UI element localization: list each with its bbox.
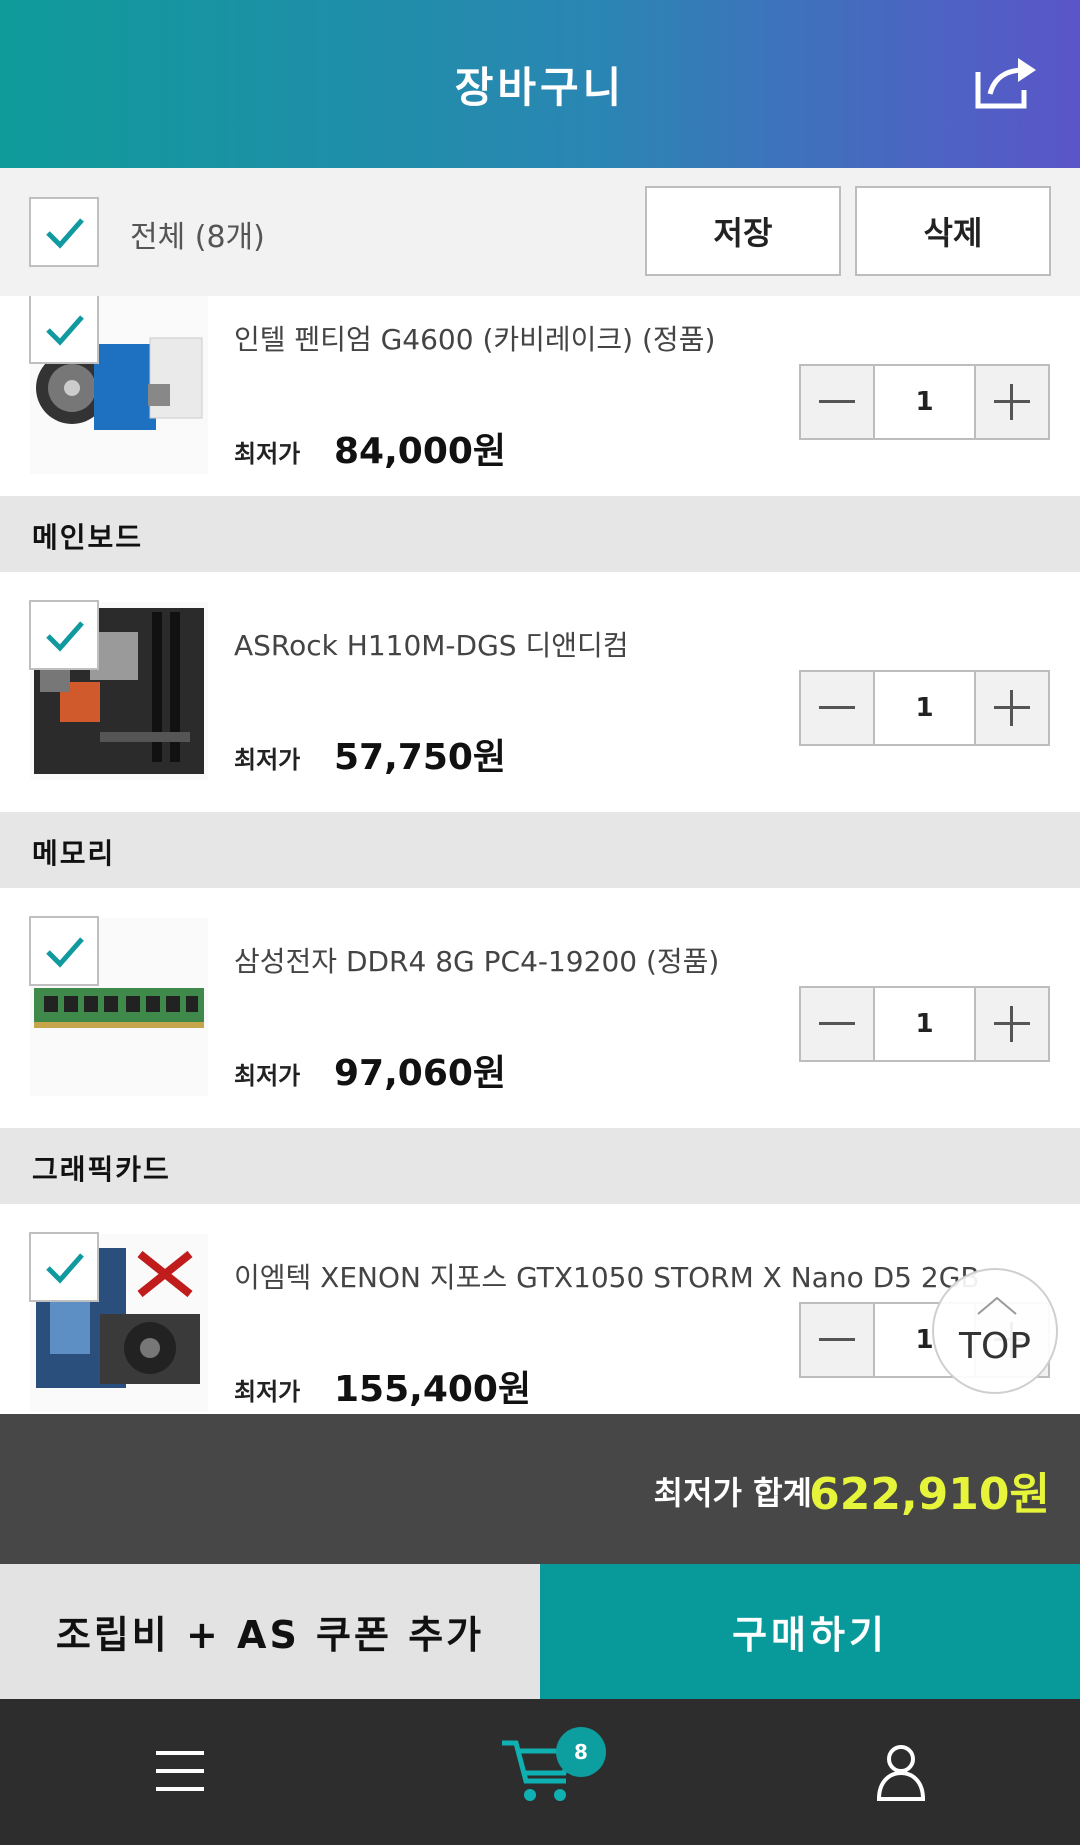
header: 장바구니 <box>0 0 1080 168</box>
list-item: 인텔 펜티엄 G4600 (카비레이크) (정품) 최저가 84,000원 1 <box>0 296 1080 506</box>
quantity-input[interactable]: 1 <box>873 366 976 438</box>
minus-icon <box>819 400 855 403</box>
action-buttons: 조립비 + AS 쿠폰 추가 구매하기 <box>0 1564 1080 1699</box>
check-icon <box>46 218 84 249</box>
select-all-label: 전체 (8개) <box>130 220 265 255</box>
cart-list[interactable]: 인텔 펜티엄 G4600 (카비레이크) (정품) 최저가 84,000원 1 … <box>0 296 1080 1414</box>
price: 84,000원 <box>334 431 507 472</box>
category-header: 메인보드 <box>0 496 1080 572</box>
total-value: 622,910원 <box>809 1469 1050 1520</box>
bottom-nav: 8 <box>0 1699 1080 1845</box>
list-item: 이엠텍 XENON 지포스 GTX1050 STORM X Nano D5 2G… <box>0 1204 1080 1414</box>
select-all-checkbox[interactable] <box>29 197 99 267</box>
item-checkbox[interactable] <box>29 296 99 364</box>
list-item: 삼성전자 DDR4 8G PC4-19200 (정품) 최저가 97,060원 … <box>0 888 1080 1128</box>
quantity-input[interactable]: 1 <box>873 988 976 1060</box>
product-name[interactable]: 인텔 펜티엄 G4600 (카비레이크) (정품) <box>234 318 715 358</box>
share-icon[interactable] <box>972 52 1042 112</box>
page-title: 장바구니 <box>454 62 626 112</box>
buy-button[interactable]: 구매하기 <box>540 1564 1080 1699</box>
save-button[interactable]: 저장 <box>645 186 841 276</box>
price: 97,060원 <box>334 1053 507 1094</box>
price-label: 최저가 <box>234 1062 301 1090</box>
plus-icon <box>994 1006 1030 1042</box>
price-label: 최저가 <box>234 746 301 774</box>
category-header: 그래픽카드 <box>0 1128 1080 1204</box>
add-coupon-button[interactable]: 조립비 + AS 쿠폰 추가 <box>0 1564 540 1699</box>
check-icon <box>46 315 84 346</box>
price: 57,750원 <box>334 737 507 778</box>
check-icon <box>46 937 84 968</box>
chevron-up-icon <box>977 1296 1017 1315</box>
item-checkbox[interactable] <box>29 1232 99 1302</box>
quantity-stepper: 1 <box>799 986 1050 1062</box>
total-label: 최저가 합계 <box>653 1474 812 1512</box>
price-label: 최저가 <box>234 440 301 468</box>
decrease-button[interactable] <box>801 1304 873 1376</box>
user-icon[interactable] <box>876 1743 926 1801</box>
minus-icon <box>819 1022 855 1025</box>
price-label: 최저가 <box>234 1378 301 1406</box>
select-bar: 전체 (8개) 저장 삭제 <box>0 168 1080 296</box>
decrease-button[interactable] <box>801 672 873 744</box>
increase-button[interactable] <box>976 988 1048 1060</box>
item-checkbox[interactable] <box>29 600 99 670</box>
check-icon <box>46 1253 84 1284</box>
total-bar: 최저가 합계 622,910원 <box>0 1414 1080 1564</box>
list-item: ASRock H110M-DGS 디앤디컴 최저가 57,750원 1 <box>0 572 1080 812</box>
minus-icon <box>819 706 855 709</box>
product-name[interactable]: 이엠텍 XENON 지포스 GTX1050 STORM X Nano D5 2G… <box>234 1256 980 1296</box>
scroll-top-button[interactable]: TOP <box>932 1268 1058 1394</box>
delete-button[interactable]: 삭제 <box>855 186 1051 276</box>
increase-button[interactable] <box>976 366 1048 438</box>
price: 155,400원 <box>334 1369 532 1410</box>
category-header: 메모리 <box>0 812 1080 888</box>
category-label: 그래픽카드 <box>32 1153 171 1186</box>
plus-icon <box>994 690 1030 726</box>
minus-icon <box>819 1338 855 1341</box>
menu-icon[interactable] <box>156 1749 204 1793</box>
cart-count-badge: 8 <box>556 1727 606 1777</box>
increase-button[interactable] <box>976 672 1048 744</box>
product-name[interactable]: ASRock H110M-DGS 디앤디컴 <box>234 624 629 664</box>
check-icon <box>46 621 84 652</box>
category-label: 메모리 <box>32 837 116 870</box>
decrease-button[interactable] <box>801 366 873 438</box>
plus-icon <box>994 384 1030 420</box>
quantity-stepper: 1 <box>799 364 1050 440</box>
quantity-stepper: 1 <box>799 670 1050 746</box>
product-name[interactable]: 삼성전자 DDR4 8G PC4-19200 (정품) <box>234 940 719 980</box>
scroll-top-label: TOP <box>958 1326 1032 1367</box>
cart-page: 장바구니 전체 (8개) 저장 삭제 인텔 펜티엄 G4600 (카비레이크) … <box>0 0 1080 1845</box>
quantity-input[interactable]: 1 <box>873 672 976 744</box>
decrease-button[interactable] <box>801 988 873 1060</box>
item-checkbox[interactable] <box>29 916 99 986</box>
category-label: 메인보드 <box>32 521 144 554</box>
